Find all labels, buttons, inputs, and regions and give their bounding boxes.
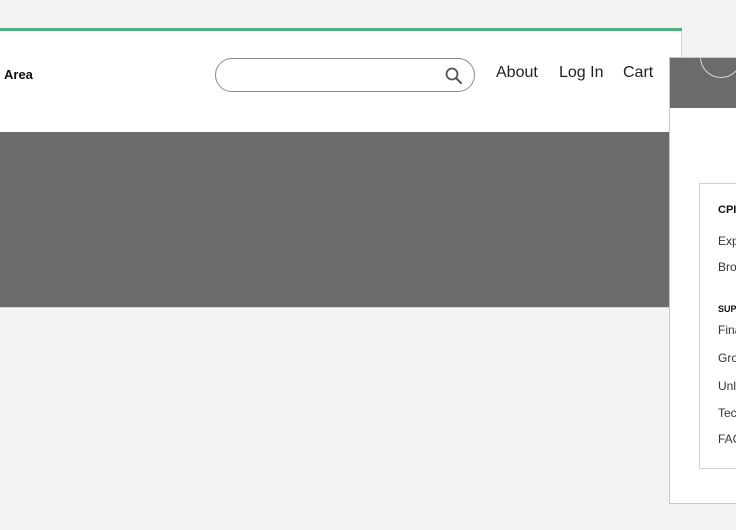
menu-item[interactable]: FAC: [718, 432, 736, 446]
menu-card: CPI Exp Bro SUP Fina Gro Unli Tec FAC: [699, 183, 736, 469]
brand-label[interactable]: Area: [4, 67, 33, 82]
search-input[interactable]: [230, 65, 444, 87]
menu-section-heading: CPI: [718, 204, 736, 216]
drawer-header: [670, 58, 736, 108]
menu-item[interactable]: Fina: [718, 323, 736, 337]
page: Area About Log In Cart CPI Exp Bro SUP F…: [0, 0, 736, 530]
menu-item[interactable]: Bro: [718, 260, 736, 274]
menu-item[interactable]: Gro: [718, 351, 736, 365]
menu-item[interactable]: Tec: [718, 406, 736, 420]
main-window: Area About Log In Cart: [0, 28, 682, 308]
avatar[interactable]: [700, 58, 736, 78]
menu-item[interactable]: Unli: [718, 379, 736, 393]
site-header: Area About Log In Cart: [0, 31, 681, 132]
search-box[interactable]: [215, 58, 475, 92]
menu-item[interactable]: Exp: [718, 234, 736, 248]
nav-about-link[interactable]: About: [496, 64, 538, 82]
menu-section-heading: SUP: [718, 304, 736, 314]
hero-banner: [0, 132, 670, 307]
side-drawer: CPI Exp Bro SUP Fina Gro Unli Tec FAC: [669, 57, 736, 504]
search-icon[interactable]: [444, 66, 464, 86]
nav-cart-link[interactable]: Cart: [623, 64, 653, 82]
nav-login-link[interactable]: Log In: [559, 64, 603, 82]
